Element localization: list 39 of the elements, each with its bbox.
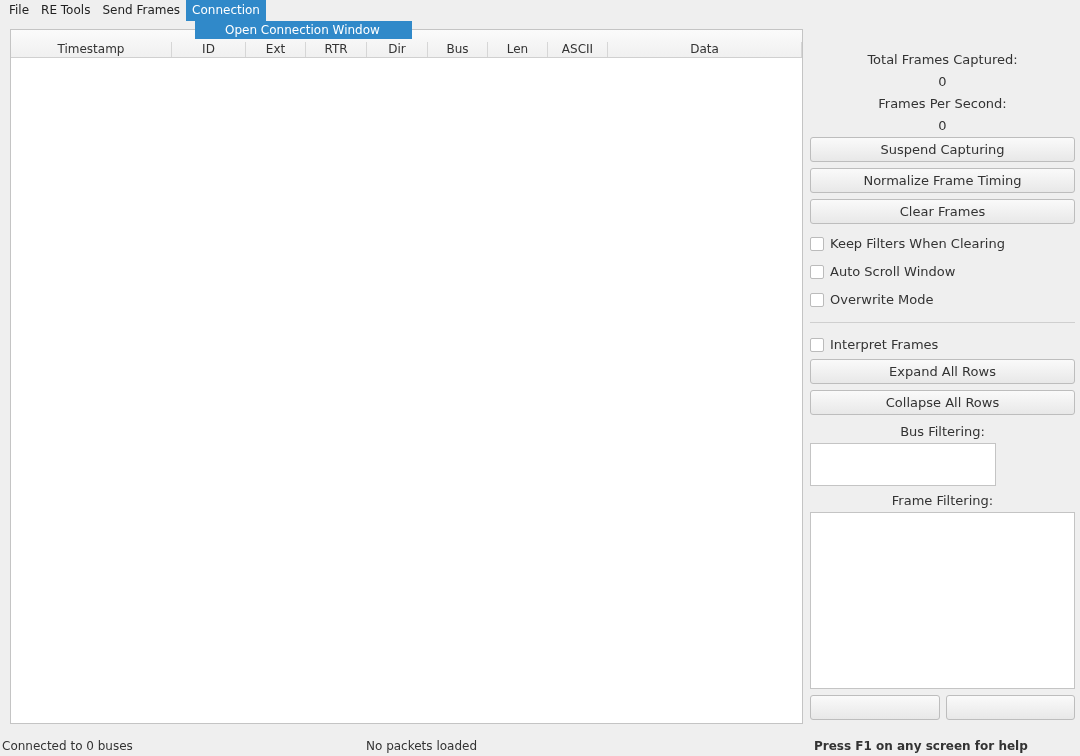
checkbox[interactable] [810, 293, 824, 307]
panel-label: 0 [938, 73, 947, 91]
checkbox[interactable] [810, 265, 824, 279]
column-header[interactable]: Len [488, 42, 548, 57]
column-header[interactable]: Dir [367, 42, 428, 57]
status-help-text: Press F1 on any screen for help [814, 738, 1028, 755]
panel-button[interactable]: Collapse All Rows [810, 390, 1075, 415]
checkbox-label: Auto Scroll Window [830, 263, 956, 282]
status-text: Connected to 0 buses [2, 738, 134, 755]
menu-item[interactable]: Send Frames [96, 0, 187, 21]
filter-button[interactable] [810, 695, 940, 720]
menu-item[interactable]: Connection [186, 0, 266, 21]
filter-button[interactable] [945, 695, 1075, 720]
panel-label: Bus Filtering: [900, 423, 985, 441]
panel-label: 0 [938, 117, 947, 135]
column-header[interactable]: Ext [246, 42, 306, 57]
panel-button[interactable]: Expand All Rows [810, 359, 1075, 384]
panel-button[interactable]: Suspend Capturing [810, 137, 1075, 162]
panel-label: Frames Per Second: [878, 95, 1007, 113]
menu-item[interactable]: RE Tools [35, 0, 97, 21]
frame-filter-list[interactable] [810, 512, 1075, 689]
checkbox-label: Interpret Frames [830, 336, 939, 355]
column-header[interactable]: ID [172, 42, 246, 57]
column-header[interactable]: Timestamp [11, 42, 172, 57]
panel-label: Frame Filtering: [891, 492, 994, 510]
checkbox[interactable] [810, 237, 824, 251]
bus-filter-list[interactable] [810, 443, 996, 486]
column-header[interactable]: Data [608, 42, 802, 57]
checkbox-label: Keep Filters When Clearing [830, 235, 1005, 254]
panel-label: Total Frames Captured: [867, 51, 1018, 69]
panel-button[interactable]: Normalize Frame Timing [810, 168, 1075, 193]
checkbox[interactable] [810, 338, 824, 352]
menu-item[interactable]: File [3, 0, 36, 21]
column-header[interactable]: ASCII [548, 42, 608, 57]
status-text: No packets loaded [366, 738, 479, 755]
panel-button[interactable]: Clear Frames [810, 199, 1075, 224]
column-header[interactable]: Bus [428, 42, 488, 57]
column-header[interactable]: RTR [306, 42, 367, 57]
checkbox-label: Overwrite Mode [830, 291, 934, 310]
